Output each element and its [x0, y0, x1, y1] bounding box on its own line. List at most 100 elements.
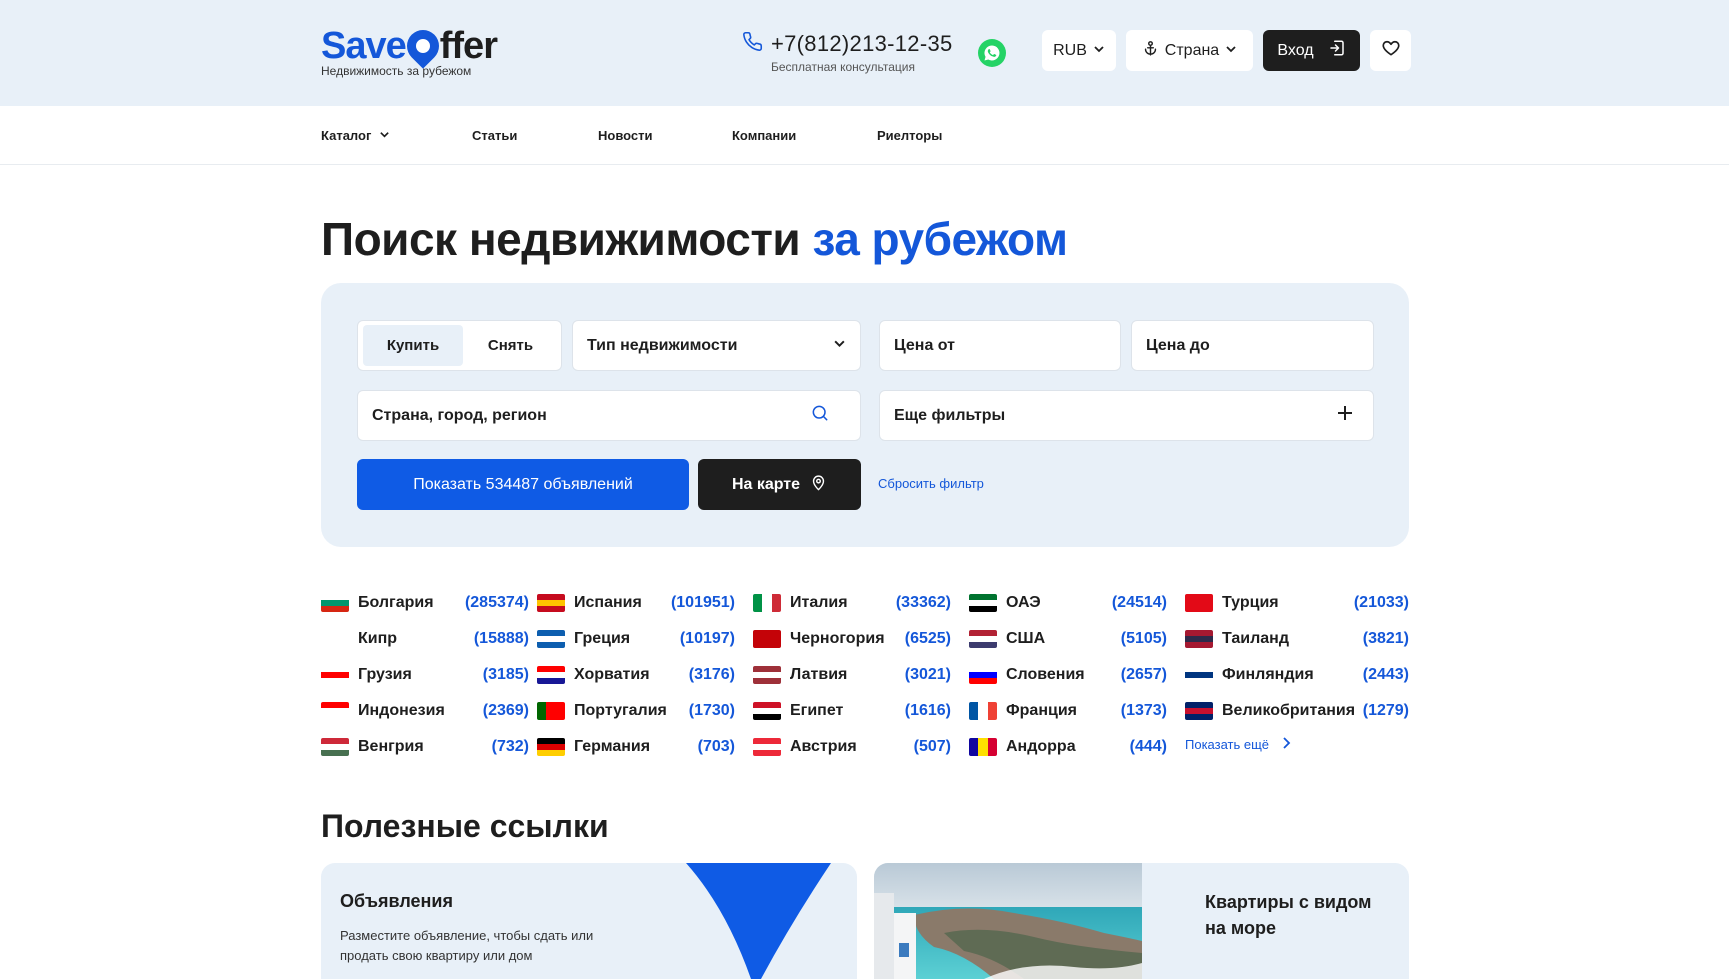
search-icon[interactable] — [810, 403, 830, 428]
property-type-label: Тип недвижимости — [587, 336, 738, 354]
nav-realtors[interactable]: Риелторы — [877, 106, 942, 165]
country-name: Андорра — [1006, 738, 1076, 755]
flag-icon — [969, 702, 997, 720]
more-filters-label: Еще фильтры — [894, 406, 1006, 424]
nav-catalog[interactable]: Каталог — [321, 106, 390, 165]
country-item[interactable]: США (5105) — [969, 624, 1167, 654]
country-item[interactable]: Словения (2657) — [969, 660, 1167, 690]
country-count: (1616) — [904, 702, 951, 719]
more-filters-toggle[interactable]: Еще фильтры — [879, 390, 1374, 441]
nav-articles[interactable]: Статьи — [472, 106, 517, 165]
whatsapp-icon[interactable] — [978, 39, 1006, 67]
country-item[interactable]: Болгария (285374) — [321, 588, 529, 618]
country-item[interactable]: Австрия (507) — [753, 732, 951, 762]
phone-number[interactable]: +7(812)213-12-35 — [771, 31, 953, 57]
logo[interactable]: Save ffer Недвижимость за рубежом — [321, 23, 498, 84]
country-item[interactable]: Турция (21033) — [1185, 588, 1409, 618]
map-button[interactable]: На карте — [698, 459, 861, 510]
price-from-input[interactable]: Цена от — [879, 320, 1121, 371]
country-count: (10197) — [679, 630, 735, 647]
flag-icon — [969, 738, 997, 756]
country-count: (1730) — [688, 702, 735, 719]
country-item[interactable]: Португалия (1730) — [537, 696, 735, 726]
country-item[interactable]: Египет (1616) — [753, 696, 951, 726]
country-item[interactable]: Латвия (3021) — [753, 660, 951, 690]
chevron-down-icon — [1225, 42, 1237, 60]
flag-icon — [321, 738, 349, 756]
login-button[interactable]: Вход — [1263, 30, 1360, 71]
country-item[interactable]: Черногория (6525) — [753, 624, 951, 654]
country-item[interactable]: Финляндия (2443) — [1185, 660, 1409, 690]
reset-filter-link[interactable]: Сбросить фильтр — [878, 476, 984, 491]
country-name: Латвия — [790, 666, 848, 683]
title-main: Поиск недвижимости — [321, 213, 801, 265]
country-item[interactable]: Кипр (15888) — [321, 624, 529, 654]
nav-companies[interactable]: Компании — [732, 106, 796, 165]
listings-card[interactable]: Объявления Разместите объявление, чтобы … — [321, 863, 857, 979]
flag-icon — [753, 702, 781, 720]
country-item[interactable]: Германия (703) — [537, 732, 735, 762]
sea-view-card-title: Квартиры с видом на море — [1205, 892, 1372, 938]
favorites-button[interactable] — [1370, 30, 1411, 71]
price-to-input[interactable]: Цена до — [1131, 320, 1374, 371]
country-count: (15888) — [473, 630, 529, 647]
login-icon — [1328, 39, 1346, 62]
country-name: Словения — [1006, 666, 1085, 683]
country-item[interactable]: Великобритания (1279) — [1185, 696, 1409, 726]
buy-tab[interactable]: Купить — [363, 325, 463, 366]
show-results-button[interactable]: Показать 534487 объявлений — [357, 459, 689, 510]
sea-view-card[interactable]: Квартиры с видом на море — [874, 863, 1409, 979]
country-name: Греция — [574, 630, 631, 647]
country-item[interactable]: Венгрия (732) — [321, 732, 529, 762]
country-item[interactable]: Испания (101951) — [537, 588, 735, 618]
flag-icon — [537, 666, 565, 684]
country-item[interactable]: ОАЭ (24514) — [969, 588, 1167, 618]
chevron-down-icon — [1093, 42, 1105, 60]
country-item[interactable]: Андорра (444) — [969, 732, 1167, 762]
show-more-label: Показать ещё — [1185, 737, 1270, 752]
show-more-link[interactable]: Показать ещё — [1185, 737, 1291, 752]
country-name: Германия — [574, 738, 651, 755]
flag-icon — [969, 630, 997, 648]
country-item[interactable]: Франция (1373) — [969, 696, 1167, 726]
country-count: (21033) — [1353, 594, 1409, 611]
currency-label: RUB — [1053, 41, 1087, 59]
country-item[interactable]: Индонезия (2369) — [321, 696, 529, 726]
rent-tab[interactable]: Снять — [463, 325, 558, 366]
country-count: (732) — [491, 738, 529, 755]
property-type-select[interactable]: Тип недвижимости — [572, 320, 861, 371]
country-name: Испания — [574, 594, 642, 611]
country-item[interactable]: Италия (33362) — [753, 588, 951, 618]
country-count: (703) — [697, 738, 735, 755]
heart-icon — [1381, 38, 1401, 63]
country-item[interactable]: Грузия (3185) — [321, 660, 529, 690]
price-to-placeholder: Цена до — [1146, 336, 1210, 354]
phone-note: Бесплатная консультация — [771, 60, 915, 74]
flag-icon — [753, 594, 781, 612]
country-select[interactable]: Страна — [1126, 30, 1253, 71]
country-name: Индонезия — [358, 702, 445, 719]
phone-block[interactable]: +7(812)213-12-35 Бесплатная консультация — [742, 31, 953, 74]
deal-type-toggle: Купить Снять — [357, 320, 562, 371]
location-input[interactable]: Страна, город, регион — [357, 390, 861, 441]
flag-icon — [321, 594, 349, 612]
country-item[interactable]: Хорватия (3176) — [537, 660, 735, 690]
country-name: США — [1006, 630, 1046, 647]
country-label: Страна — [1164, 41, 1220, 59]
flag-icon — [753, 738, 781, 756]
phone-icon — [742, 31, 763, 57]
country-count: (444) — [1129, 738, 1167, 755]
country-name: Кипр — [358, 630, 398, 647]
country-item[interactable]: Таиланд (3821) — [1185, 624, 1409, 654]
country-count: (507) — [913, 738, 951, 755]
country-count: (33362) — [895, 594, 951, 611]
country-count: (101951) — [670, 594, 735, 611]
country-count: (2443) — [1362, 666, 1409, 683]
currency-select[interactable]: RUB — [1042, 30, 1116, 71]
listings-card-text: Разместите объявление, чтобы сдать или п… — [340, 928, 594, 963]
chevron-down-icon — [379, 128, 390, 143]
country-item[interactable]: Греция (10197) — [537, 624, 735, 654]
chevron-down-icon — [833, 337, 846, 355]
country-count: (3185) — [482, 666, 529, 683]
nav-news[interactable]: Новости — [598, 106, 653, 165]
